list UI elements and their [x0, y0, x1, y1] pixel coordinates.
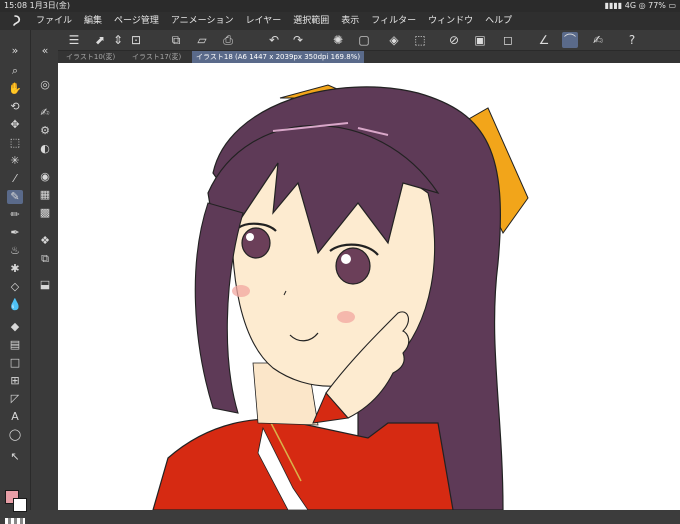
status-time-date: 15:08 1月3日(金): [4, 0, 70, 12]
tool-property-icon[interactable]: ⚙: [37, 124, 53, 138]
panel-toggle-icon[interactable]: »: [7, 44, 23, 58]
brush-icon[interactable]: ✒: [7, 226, 23, 240]
open-icon[interactable]: ▱: [194, 32, 210, 48]
redo-icon[interactable]: ↷: [290, 32, 306, 48]
ruler-tool-icon[interactable]: ◸: [7, 392, 23, 406]
help-icon[interactable]: ?: [624, 32, 640, 48]
transparent-color-swatch[interactable]: [5, 518, 25, 524]
transform-icon[interactable]: ⬚: [412, 32, 428, 48]
gradient-icon[interactable]: ▤: [7, 338, 23, 352]
status-indicators: ▮▮▮▮ 4G ◎ 77% ▭: [605, 0, 676, 12]
eyedropper-icon[interactable]: ⁄: [7, 172, 23, 186]
status-time: 15:08: [4, 1, 28, 10]
document-tabs: イラスト10(変) イラスト17(変) イラスト18 (A6 1447 x 20…: [58, 51, 680, 63]
ruler-icon[interactable]: ∠: [536, 32, 552, 48]
smooth-icon[interactable]: ⌒: [562, 32, 578, 48]
location-icon: ◎: [638, 1, 646, 10]
hand-icon[interactable]: ✋: [7, 82, 23, 96]
app-logo-icon[interactable]: [8, 14, 22, 28]
rotate-icon[interactable]: ⟲: [7, 100, 23, 114]
figure-icon[interactable]: □: [7, 356, 23, 370]
character-illustration: [152, 84, 529, 510]
blend-icon[interactable]: 💧: [7, 298, 23, 312]
menu-page[interactable]: ページ管理: [114, 12, 159, 30]
command-bar: ☰ ⬈ ⇕ ⊡ ⧉ ▱ ⎙ ↶ ↷ ✺ ▢ ◈ ⬚ ⊘ ▣ ◻ ∠ ⌒ ✍ ?: [58, 30, 680, 51]
color-wheel-icon[interactable]: ◉: [37, 170, 53, 184]
pencil-icon[interactable]: ✏: [7, 208, 23, 222]
loading-icon[interactable]: ✺: [330, 32, 346, 48]
menu-icon[interactable]: ☰: [66, 32, 82, 48]
tab-illust-18[interactable]: イラスト18 (A6 1447 x 2039px 350dpi 169.8%): [192, 51, 365, 63]
menu-list: ファイル 編集 ページ管理 アニメーション レイヤー 選択範囲 表示 フィルター…: [36, 12, 512, 30]
material-icon[interactable]: ⬓: [37, 278, 53, 292]
decoration-icon[interactable]: ✱: [7, 262, 23, 276]
menu-window[interactable]: ウィンドウ: [428, 12, 473, 30]
eraser-icon[interactable]: ◇: [7, 280, 23, 294]
menu-view[interactable]: 表示: [341, 12, 359, 30]
ios-status-bar: 15:08 1月3日(金) ▮▮▮▮ 4G ◎ 77% ▭: [0, 0, 680, 12]
drawing-canvas[interactable]: [58, 63, 680, 510]
status-date: 1月3日(金): [29, 1, 71, 10]
fill-tool-icon[interactable]: ◆: [7, 320, 23, 334]
select-icon[interactable]: ⬚: [7, 136, 23, 150]
battery-icon: ▭: [668, 1, 676, 10]
undo-icon[interactable]: ↶: [266, 32, 282, 48]
menu-layer[interactable]: レイヤー: [246, 12, 282, 30]
menu-edit[interactable]: 編集: [84, 12, 102, 30]
subtool-icon[interactable]: ✍: [37, 106, 53, 120]
guide-icon[interactable]: ▣: [472, 32, 488, 48]
menu-filter[interactable]: フィルター: [371, 12, 416, 30]
collapse-icon[interactable]: «: [37, 44, 53, 58]
fit-icon[interactable]: ⊡: [128, 32, 144, 48]
frame-icon[interactable]: ◻: [500, 32, 516, 48]
menu-animation[interactable]: アニメーション: [171, 12, 234, 30]
balloon-icon[interactable]: ◯: [7, 428, 23, 442]
grid-icon[interactable]: ⊘: [446, 32, 462, 48]
airbrush-icon[interactable]: ♨: [7, 244, 23, 258]
tab-illust-17[interactable]: イラスト17(変): [128, 51, 185, 63]
save-icon[interactable]: ⎙: [220, 32, 236, 48]
spin-icon[interactable]: ⇕: [110, 32, 126, 48]
text-tool-icon[interactable]: A: [7, 410, 23, 424]
zoom-icon[interactable]: ⌕: [7, 64, 23, 78]
status-network: 4G: [624, 1, 637, 10]
brush-size-icon[interactable]: ◐: [37, 142, 53, 156]
layer-property-icon[interactable]: ❖: [37, 234, 53, 248]
fill-icon[interactable]: ◈: [386, 32, 402, 48]
tool-panel: » ⌕ ✋ ⟲ ✥ ⬚ ✳ ⁄ ✎ ✏ ✒ ♨ ✱ ◇ 💧 ◆ ▤ □ ⊞ ◸ …: [0, 30, 31, 524]
new-icon[interactable]: ⬈: [92, 32, 108, 48]
sub-tool-panel: « ◎ ✍ ⚙ ◐ ◉ ▦ ▩ ❖ ⧉ ⬓: [31, 30, 59, 510]
pen-tool-icon[interactable]: ✎: [7, 190, 23, 204]
color-set-icon[interactable]: ▦: [37, 188, 53, 202]
status-battery: 77%: [648, 1, 666, 10]
magic-wand-icon[interactable]: ✳: [7, 154, 23, 168]
menu-file[interactable]: ファイル: [36, 12, 72, 30]
pen-icon[interactable]: ✍: [590, 32, 606, 48]
menu-selection[interactable]: 選択範囲: [293, 12, 329, 30]
frame-tool-icon[interactable]: ⊞: [7, 374, 23, 388]
signal-icon: ▮▮▮▮: [604, 1, 623, 10]
layer-icon[interactable]: ⧉: [37, 252, 53, 266]
intermediate-color-icon[interactable]: ▩: [37, 206, 53, 220]
menu-bar: ファイル 編集 ページ管理 アニメーション レイヤー 選択範囲 表示 フィルター…: [0, 12, 680, 30]
menu-help[interactable]: ヘルプ: [485, 12, 512, 30]
navigator-icon[interactable]: ◎: [37, 78, 53, 92]
correct-line-icon[interactable]: ↖: [7, 450, 23, 464]
copy-icon[interactable]: ⧉: [168, 32, 184, 48]
tab-illust-10[interactable]: イラスト10(変): [62, 51, 119, 63]
clear-icon[interactable]: ▢: [356, 32, 372, 48]
move-icon[interactable]: ✥: [7, 118, 23, 132]
